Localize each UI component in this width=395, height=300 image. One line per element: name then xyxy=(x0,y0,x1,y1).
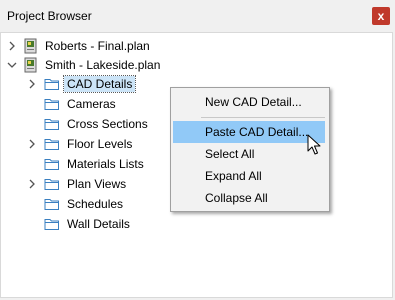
menu-item-paste-cad-detail[interactable]: Paste CAD Detail... xyxy=(173,121,325,143)
close-icon: x xyxy=(377,9,385,23)
chevron-right-icon[interactable] xyxy=(26,178,38,190)
folder-icon xyxy=(44,116,60,132)
tree-item-project[interactable]: Roberts - Final.plan xyxy=(1,36,392,56)
panel-title: Project Browser xyxy=(7,9,92,23)
plan-file-icon xyxy=(23,38,39,54)
title-bar: Project Browser x xyxy=(0,0,395,32)
chevron-right-icon[interactable] xyxy=(26,138,38,150)
menu-item-select-all[interactable]: Select All xyxy=(173,143,325,165)
close-button[interactable]: x xyxy=(372,7,390,25)
mouse-cursor-icon xyxy=(307,134,323,156)
project-browser-panel: Project Browser x Roberts - Final.plan S… xyxy=(0,0,395,300)
plan-file-icon xyxy=(23,57,39,73)
chevron-right-icon[interactable] xyxy=(6,40,18,52)
folder-icon xyxy=(44,76,60,92)
chevron-down-icon[interactable] xyxy=(6,59,18,71)
folder-label: Schedules xyxy=(67,197,124,211)
project-label: Roberts - Final.plan xyxy=(45,39,150,53)
folder-icon xyxy=(44,156,60,172)
folder-icon xyxy=(44,136,60,152)
folder-label: Materials Lists xyxy=(67,157,144,171)
menu-separator xyxy=(201,117,325,118)
folder-label: Floor Levels xyxy=(67,137,133,151)
tree-item-project[interactable]: Smith - Lakeside.plan xyxy=(1,55,392,75)
tree-item-folder[interactable]: Wall Details xyxy=(1,214,392,234)
menu-item-collapse-all[interactable]: Collapse All xyxy=(173,187,325,209)
chevron-right-icon[interactable] xyxy=(26,78,38,90)
menu-item-expand-all[interactable]: Expand All xyxy=(173,165,325,187)
folder-label: CAD Details xyxy=(62,75,137,93)
folder-label: Cross Sections xyxy=(67,117,148,131)
project-label: Smith - Lakeside.plan xyxy=(45,58,161,72)
context-menu: New CAD Detail... Paste CAD Detail... Se… xyxy=(170,87,330,212)
menu-item-new-cad-detail[interactable]: New CAD Detail... xyxy=(173,91,325,113)
folder-icon xyxy=(44,96,60,112)
folder-label: Cameras xyxy=(67,97,116,111)
folder-label: Wall Details xyxy=(67,217,130,231)
folder-icon xyxy=(44,216,60,232)
folder-label: Plan Views xyxy=(67,177,127,191)
folder-icon xyxy=(44,176,60,192)
folder-icon xyxy=(44,196,60,212)
